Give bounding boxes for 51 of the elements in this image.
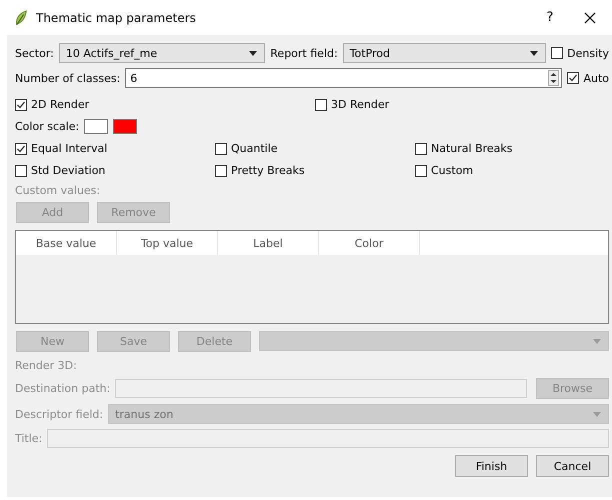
method-label: Equal Interval bbox=[31, 142, 108, 155]
color-swatch[interactable] bbox=[113, 119, 138, 134]
render-label: 3D Render bbox=[331, 98, 390, 111]
density-label: Density bbox=[567, 46, 609, 60]
method-label: Std Deviation bbox=[31, 164, 106, 177]
classes-spinbox[interactable]: 6 bbox=[125, 68, 562, 88]
leaf-logo-icon bbox=[14, 10, 28, 26]
dropdown-arrow-icon bbox=[593, 339, 601, 344]
dialog-button[interactable]: Cancel bbox=[536, 455, 609, 477]
method-label: Pretty Breaks bbox=[231, 164, 305, 177]
destination-path-label: Destination path: bbox=[15, 382, 110, 395]
dropdown-arrow-icon bbox=[249, 51, 258, 56]
window-title: Thematic map parameters bbox=[36, 10, 196, 24]
method-label: Natural Breaks bbox=[431, 142, 513, 155]
descriptor-field-label: Descriptor field: bbox=[15, 408, 104, 420]
help-button[interactable]: ? bbox=[530, 2, 570, 32]
auto-checkbox[interactable] bbox=[567, 72, 580, 84]
render-checkbox[interactable] bbox=[15, 98, 27, 110]
dialog-button[interactable]: Finish bbox=[455, 455, 528, 477]
density-checkbox[interactable] bbox=[551, 47, 564, 59]
column-header[interactable]: Color bbox=[319, 231, 420, 255]
method-checkbox[interactable] bbox=[415, 142, 427, 154]
dropdown-arrow-icon bbox=[530, 51, 538, 56]
color-scale-label: Color scale: bbox=[15, 120, 80, 133]
method-checkbox[interactable] bbox=[15, 142, 27, 154]
method-checkbox[interactable] bbox=[415, 164, 427, 176]
sector-label: Sector: bbox=[15, 46, 54, 60]
color-swatch[interactable] bbox=[84, 119, 108, 134]
title-label: Title: bbox=[15, 432, 42, 445]
sector-dropdown[interactable]: 10 Actifs_ref_me bbox=[58, 43, 266, 63]
method-checkbox[interactable] bbox=[15, 164, 27, 176]
column-header[interactable]: Top value bbox=[117, 231, 218, 255]
column-header[interactable]: Base value bbox=[16, 231, 117, 255]
column-header[interactable]: Label bbox=[218, 231, 319, 255]
method-label: Custom bbox=[431, 164, 474, 177]
classes-label: Number of classes: bbox=[15, 72, 120, 84]
method-label: Quantile bbox=[231, 142, 278, 155]
auto-label: Auto bbox=[583, 72, 609, 84]
title-field[interactable] bbox=[47, 429, 609, 448]
report-field-label: Report field: bbox=[270, 46, 338, 60]
custom-values-label: Custom values: bbox=[15, 184, 102, 197]
render-checkbox[interactable] bbox=[315, 98, 327, 110]
render-3d-label: Render 3D: bbox=[15, 359, 78, 372]
method-checkbox[interactable] bbox=[215, 164, 227, 176]
destination-path-field[interactable] bbox=[115, 379, 527, 398]
close-icon bbox=[584, 12, 596, 24]
render-label: 2D Render bbox=[31, 98, 90, 111]
spin-arrows-icon[interactable] bbox=[548, 70, 560, 86]
method-checkbox[interactable] bbox=[215, 142, 227, 154]
report-field-dropdown[interactable]: TotProd bbox=[342, 43, 546, 63]
dropdown-arrow-icon bbox=[593, 412, 601, 417]
